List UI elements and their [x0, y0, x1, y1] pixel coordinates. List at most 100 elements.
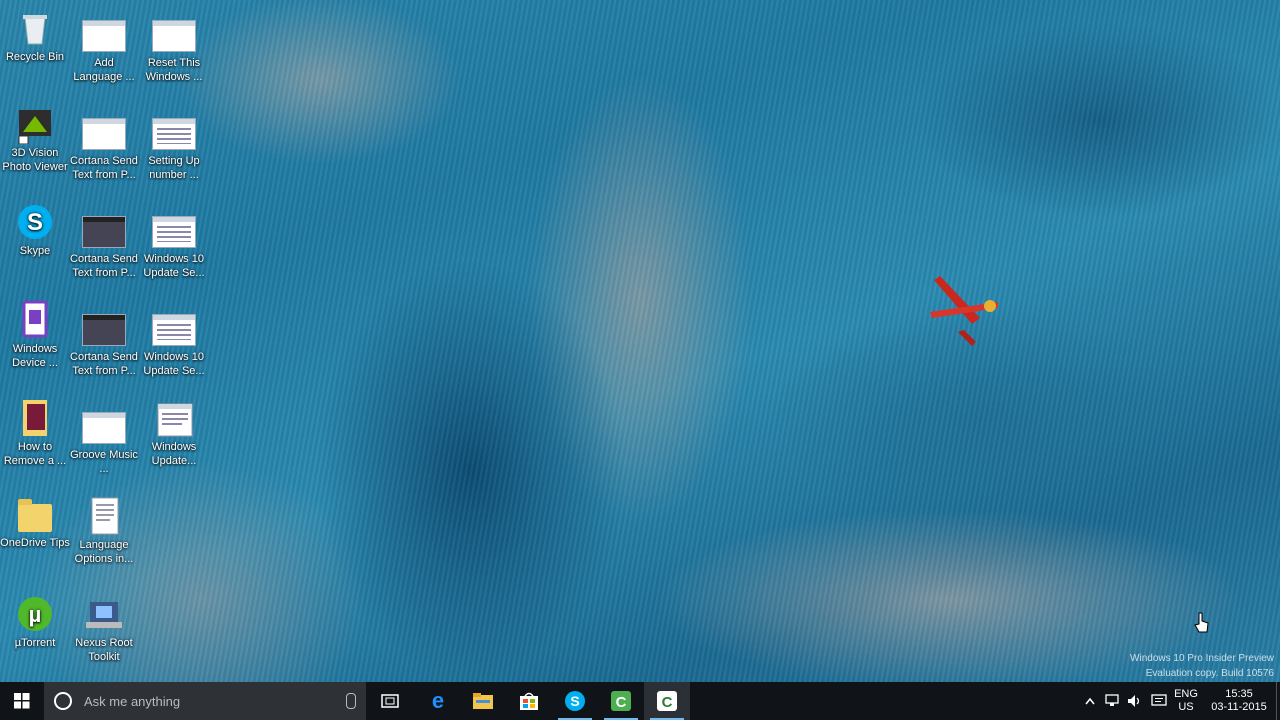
- svg-text:e: e: [432, 690, 444, 712]
- svg-text:S: S: [570, 693, 579, 709]
- watermark-line-2: Evaluation copy. Build 10576: [1145, 668, 1274, 679]
- document-thumbnail-icon: [82, 412, 126, 444]
- desktop-icon-windows-device[interactable]: Windows Device ...: [0, 300, 70, 370]
- desktop-icon-label: µTorrent: [14, 637, 56, 649]
- camtasia-button-2[interactable]: C: [644, 682, 690, 720]
- desktop-icon-label: Groove Music ...: [70, 449, 138, 475]
- desktop-icon-onedrive-tips[interactable]: OneDrive Tips: [0, 496, 70, 550]
- svg-text:µ: µ: [29, 602, 42, 627]
- desktop-icon-reset-this-windows[interactable]: Reset This Windows ...: [139, 14, 209, 84]
- desktop-icon-label: Recycle Bin: [5, 51, 65, 63]
- desktop-icon-cortana-send-1[interactable]: Cortana Send Text from P...: [69, 112, 139, 182]
- desktop-icon-windows-update[interactable]: Windows Update...: [139, 398, 209, 468]
- network-icon: [1105, 694, 1119, 706]
- desktop-icon-label: Setting Up number ...: [148, 155, 200, 181]
- desktop-icon-skype[interactable]: S Skype: [0, 202, 70, 258]
- desktop-icon-label: OneDrive Tips: [0, 537, 70, 549]
- show-desktop-button[interactable]: [1276, 682, 1280, 720]
- clock-time: 15:35: [1225, 688, 1253, 700]
- clock-button[interactable]: 15:35 03-11-2015: [1204, 682, 1274, 720]
- desktop-icon-cortana-send-2[interactable]: Cortana Send Text from P...: [69, 210, 139, 280]
- store-button[interactable]: [506, 682, 552, 720]
- skype-icon: S: [15, 202, 55, 242]
- show-hidden-icons-button[interactable]: [1080, 682, 1100, 720]
- volume-button[interactable]: [1124, 682, 1146, 720]
- mouse-cursor-icon: [1194, 612, 1210, 639]
- desktop-icon-language-options[interactable]: Language Options in...: [69, 496, 139, 566]
- desktop-icon-label: Cortana Send Text from P...: [70, 351, 138, 377]
- edge-icon: e: [432, 690, 444, 712]
- start-button[interactable]: [0, 682, 44, 720]
- document-icon: [84, 496, 124, 536]
- language-label: ENG: [1174, 688, 1198, 700]
- document-icon: [154, 398, 194, 438]
- desktop-icon-label: Windows 10 Update Se...: [143, 351, 205, 377]
- document-thumbnail-icon: [82, 20, 126, 52]
- desktop-icon-nexus-root-toolkit[interactable]: Nexus Root Toolkit: [69, 594, 139, 664]
- airplane-image: [930, 276, 998, 346]
- utorrent-icon: µ: [15, 594, 55, 634]
- action-center-icon: [1151, 694, 1167, 706]
- desktop-icon-add-language[interactable]: Add Language ...: [69, 14, 139, 84]
- desktop-icon-label: How to Remove a ...: [3, 441, 67, 467]
- desktop-icon-windows-10-update-2[interactable]: Windows 10 Update Se...: [139, 308, 209, 378]
- nexus-toolkit-icon: [84, 594, 124, 634]
- document-thumbnail-icon: [152, 20, 196, 52]
- search-placeholder: Ask me anything: [84, 693, 181, 709]
- desktop-icon-utorrent[interactable]: µ µTorrent: [0, 594, 70, 650]
- windows-logo-icon: [14, 693, 30, 709]
- camtasia-icon: C: [611, 691, 631, 711]
- file-explorer-icon: [473, 693, 493, 709]
- cortana-search-box[interactable]: Ask me anything: [44, 682, 366, 720]
- 3d-vision-icon: [15, 104, 55, 145]
- desktop-icon-how-to-remove[interactable]: How to Remove a ...: [0, 398, 70, 468]
- microphone-icon[interactable]: [346, 693, 356, 709]
- desktop-icon-groove-music[interactable]: Groove Music ...: [69, 406, 139, 476]
- chevron-up-icon: [1085, 697, 1095, 705]
- svg-text:S: S: [27, 209, 43, 236]
- document-thumbnail-icon: [82, 118, 126, 150]
- desktop-icon-cortana-send-3[interactable]: Cortana Send Text from P...: [69, 308, 139, 378]
- document-thumbnail-icon: [82, 314, 126, 346]
- desktop-icon-label: Add Language ...: [73, 57, 135, 83]
- document-image-icon: [15, 398, 55, 438]
- edge-button[interactable]: e: [416, 682, 460, 720]
- desktop-icon-recycle-bin[interactable]: Recycle Bin: [0, 8, 70, 64]
- windows-device-icon: [15, 300, 55, 340]
- desktop-icon-label: Windows Device ...: [12, 343, 58, 369]
- task-view-icon: [381, 694, 399, 708]
- camtasia-icon: C: [657, 691, 677, 711]
- action-center-button[interactable]: [1148, 682, 1170, 720]
- clock-date: 03-11-2015: [1211, 701, 1267, 713]
- region-label: US: [1178, 701, 1194, 713]
- store-icon: [520, 692, 538, 710]
- desktop-icon-label: Skype: [19, 245, 51, 257]
- cortana-icon: [54, 692, 72, 710]
- desktop-icon-label: Windows 10 Update Se...: [143, 253, 205, 279]
- file-explorer-button[interactable]: [460, 682, 506, 720]
- input-language-button[interactable]: ENG US: [1170, 682, 1202, 720]
- task-view-button[interactable]: [370, 682, 410, 720]
- network-button[interactable]: [1102, 682, 1124, 720]
- document-thumbnail-icon: [82, 216, 126, 248]
- desktop-icon-label: Nexus Root Toolkit: [75, 637, 133, 663]
- skype-icon: S: [565, 691, 585, 711]
- desktop-icon-label: Windows Update...: [151, 441, 197, 467]
- recycle-bin-icon: [15, 8, 55, 48]
- document-thumbnail-icon: [152, 216, 196, 248]
- desktop-icon-setting-up-number[interactable]: Setting Up number ...: [139, 112, 209, 182]
- evaluation-watermark: Windows 10 Pro Insider Preview Evaluatio…: [1130, 651, 1274, 681]
- desktop-icon-label: Cortana Send Text from P...: [70, 253, 138, 279]
- camtasia-button-1[interactable]: C: [598, 682, 644, 720]
- volume-icon: [1128, 695, 1140, 707]
- desktop-icon-windows-10-update-1[interactable]: Windows 10 Update Se...: [139, 210, 209, 280]
- watermark-line-1: Windows 10 Pro Insider Preview: [1130, 653, 1274, 664]
- svg-text:C: C: [616, 694, 627, 711]
- svg-text:C: C: [662, 694, 673, 711]
- document-thumbnail-icon: [152, 118, 196, 150]
- folder-icon: [18, 499, 52, 532]
- desktop-icon-3d-vision[interactable]: 3D Vision Photo Viewer: [0, 104, 70, 174]
- desktop-icon-label: Reset This Windows ...: [145, 57, 203, 83]
- skype-taskbar-button[interactable]: S: [552, 682, 598, 720]
- taskbar: Ask me anything e S C C ENG US 15:35 03-…: [0, 682, 1280, 720]
